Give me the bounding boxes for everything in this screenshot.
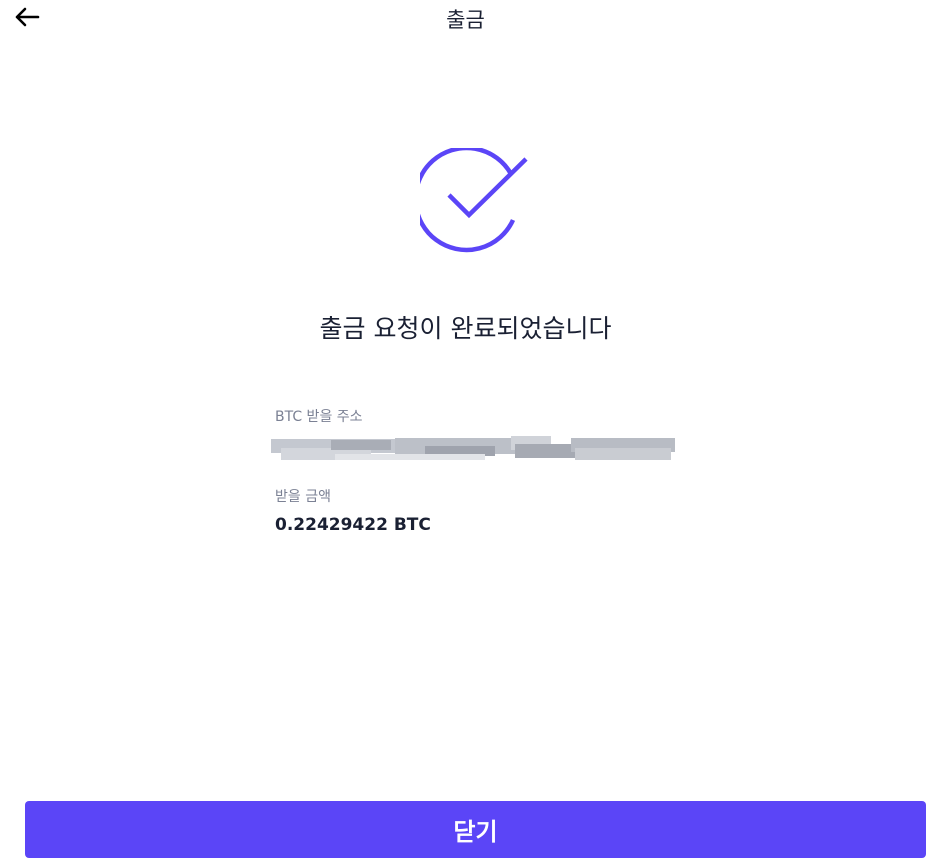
address-label: BTC 받을 주소: [275, 409, 363, 425]
header: 출금: [0, 0, 931, 36]
withdrawal-complete-page: 출금 출금 요청이 완료되었습니다 BTC 받을 주소 받을 금액 0.2242…: [0, 0, 931, 863]
check-circle-icon: [420, 148, 528, 253]
amount-label: 받을 금액: [275, 489, 331, 505]
close-button[interactable]: 닫기: [25, 801, 926, 858]
amount-value: 0.22429422 BTC: [275, 515, 431, 535]
success-message: 출금 요청이 완료되었습니다: [319, 314, 612, 343]
address-value-redacted: [271, 436, 687, 464]
withdrawal-details: BTC 받을 주소 받을 금액 0.22429422 BTC: [271, 408, 695, 536]
page-title: 출금: [446, 8, 485, 32]
